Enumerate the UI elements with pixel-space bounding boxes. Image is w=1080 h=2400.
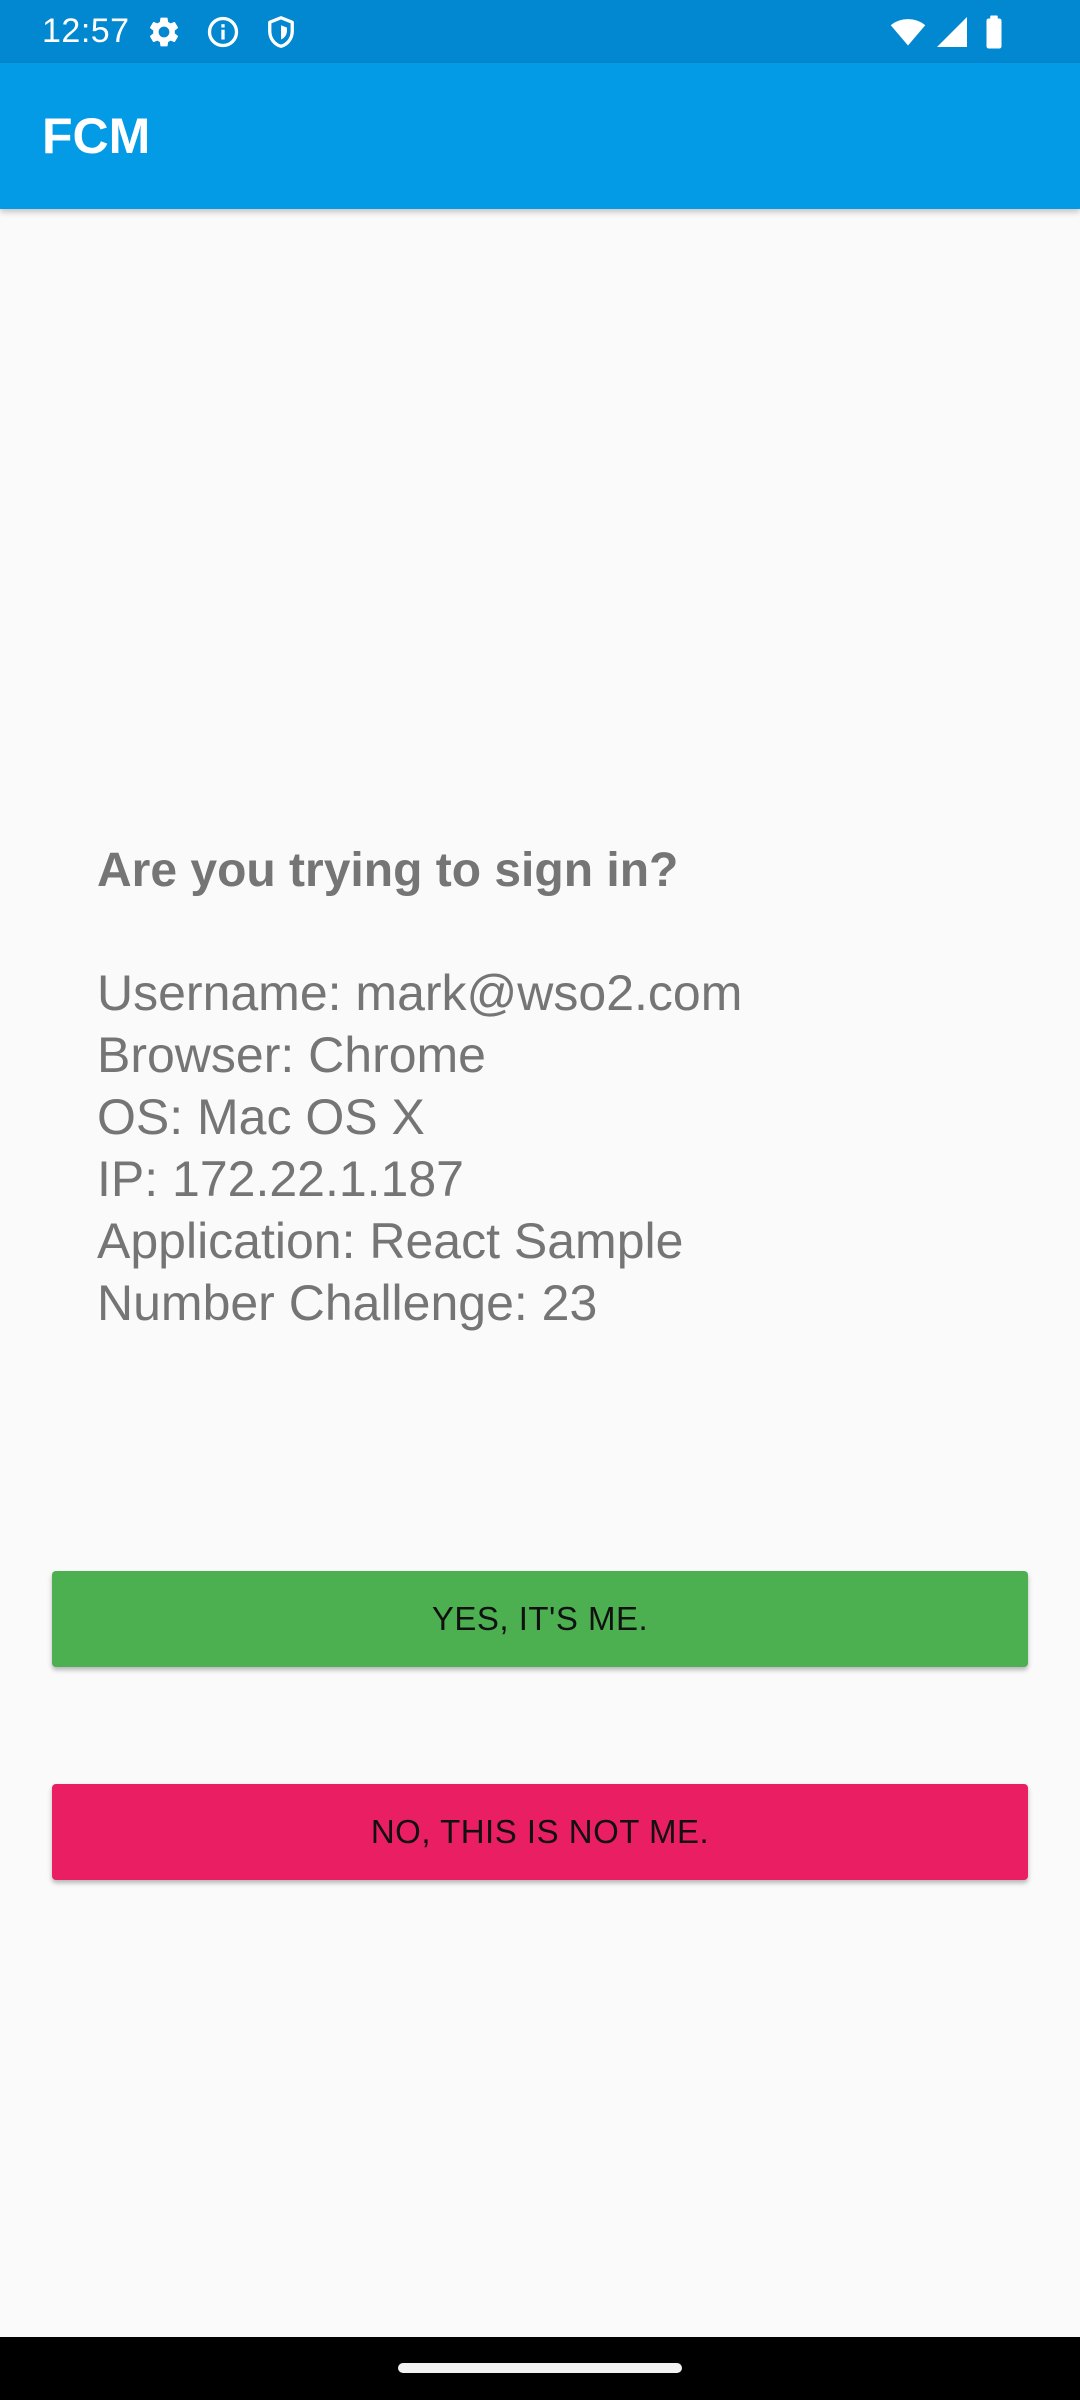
username-detail: Username: mark@wso2.com — [97, 965, 743, 1021]
os-detail: OS: Mac OS X — [97, 1089, 425, 1145]
browser-detail: Browser: Chrome — [97, 1027, 486, 1083]
gear-icon — [146, 14, 182, 50]
deny-sign-in-button[interactable]: NO, THIS IS NOT ME. — [52, 1784, 1028, 1880]
home-gesture-handle[interactable] — [398, 2363, 682, 2373]
sign-in-request: Are you trying to sign in? Username: mar… — [97, 840, 997, 1334]
cell-signal-icon — [934, 14, 970, 50]
battery-icon — [980, 14, 1008, 50]
sign-in-question: Are you trying to sign in? — [97, 844, 679, 897]
status-bar: 12:57 — [0, 0, 1080, 63]
application-detail: Application: React Sample — [97, 1213, 684, 1269]
confirm-sign-in-button[interactable]: YES, IT'S ME. — [52, 1571, 1028, 1667]
ip-detail: IP: 172.22.1.187 — [97, 1151, 464, 1207]
shield-icon — [263, 14, 299, 50]
app-bar: FCM — [0, 63, 1080, 209]
info-icon — [205, 14, 241, 50]
number-challenge-detail: Number Challenge: 23 — [97, 1275, 598, 1331]
status-time: 12:57 — [42, 12, 130, 50]
wifi-icon — [888, 14, 928, 50]
app-title: FCM — [42, 108, 151, 164]
